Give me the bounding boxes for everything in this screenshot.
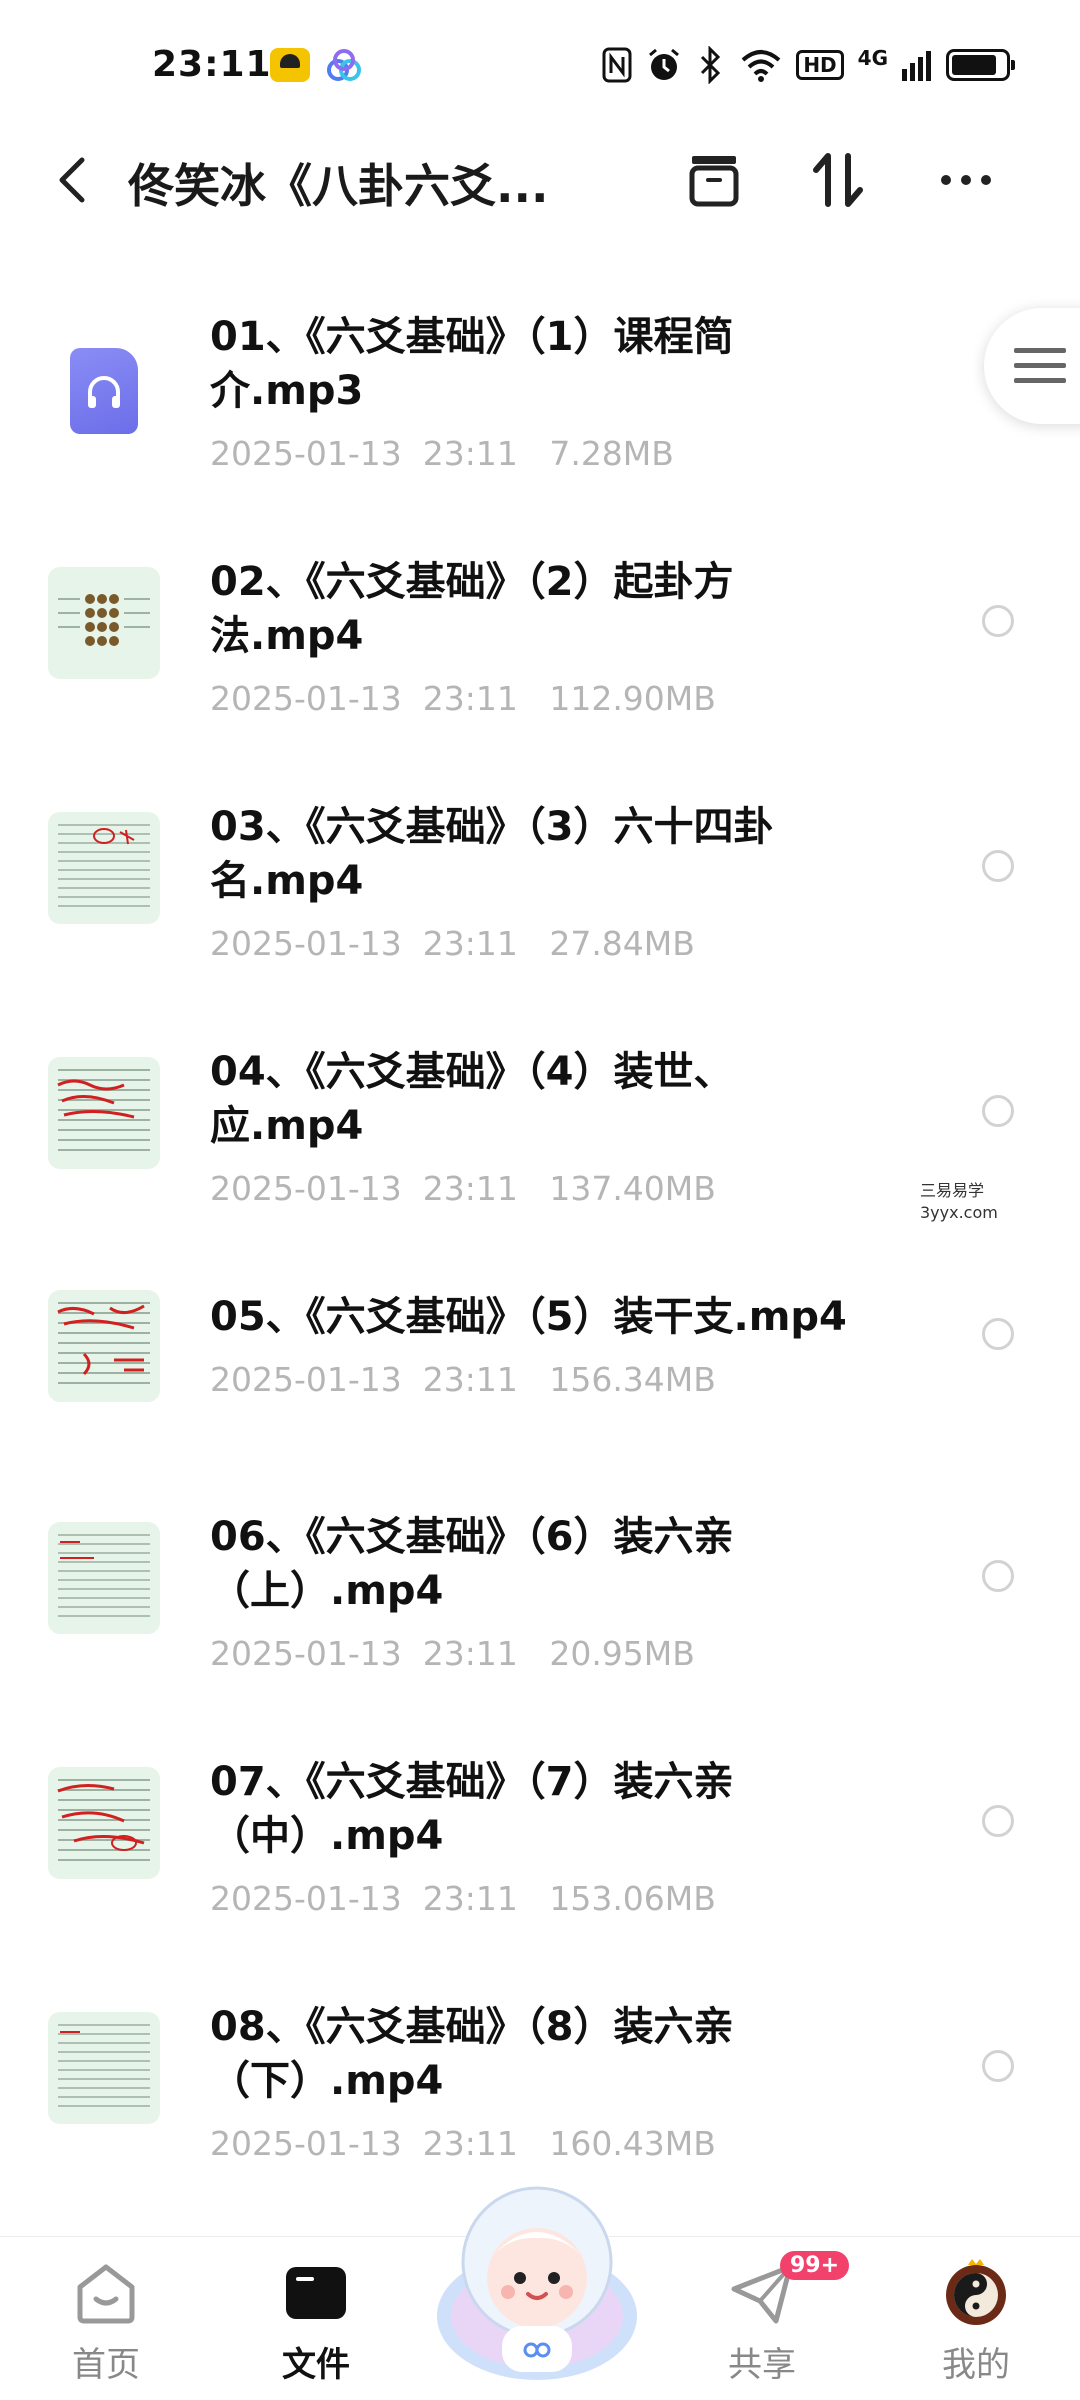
- file-row[interactable]: 01、《六爻基础》（1）课程简 介.mp3 2025-01-13 23:11 7.…: [0, 280, 1080, 525]
- nfc-icon: [602, 47, 632, 83]
- video-thumbnail: [48, 1057, 160, 1169]
- select-checkbox[interactable]: [982, 2050, 1014, 2082]
- file-meta: 2025-01-13 23:11 153.06MB: [210, 1879, 716, 1918]
- file-meta: 2025-01-13 23:11 20.95MB: [210, 1634, 695, 1673]
- file-name: 02、《六爻基础》（2）起卦方 法.mp4: [210, 559, 734, 659]
- file-name: 01、《六爻基础》（1）课程简 介.mp3: [210, 314, 734, 414]
- file-row[interactable]: 06、《六爻基础》（6）装六亲 （上）.mp4 2025-01-13 23:11 …: [0, 1480, 1080, 1725]
- watermark: 三易易学 3yyx.com: [920, 1181, 998, 1222]
- file-meta: 2025-01-13 23:11 137.40MB: [210, 1169, 716, 1208]
- file-meta: 2025-01-13 23:11 160.43MB: [210, 2124, 716, 2163]
- file-meta: 2025-01-13 23:11 27.84MB: [210, 924, 695, 963]
- signal-icon: [902, 51, 931, 81]
- status-right-icons: HD 4G: [602, 46, 1015, 84]
- video-thumbnail: [48, 567, 160, 679]
- nav-files[interactable]: 文件: [246, 2257, 386, 2397]
- file-row[interactable]: 04、《六爻基础》（4）装世、 应.mp4 2025-01-13 23:11 13…: [0, 1015, 1080, 1260]
- nav-mine-label: 我的: [942, 2345, 1010, 2385]
- audio-file-icon: [48, 336, 160, 448]
- select-checkbox[interactable]: [982, 1560, 1014, 1592]
- page-title: 佟笑冰《八卦六爻...: [128, 159, 549, 213]
- file-name: 06、《六爻基础》（6）装六亲 （上）.mp4: [210, 1514, 734, 1614]
- share-badge: 99+: [780, 2251, 850, 2280]
- select-checkbox[interactable]: [982, 850, 1014, 882]
- nav-files-label: 文件: [282, 2345, 350, 2385]
- file-name: 07、《六爻基础》（7）装六亲 （中）.mp4: [210, 1759, 734, 1859]
- nav-share[interactable]: 99+ 共享: [692, 2251, 850, 2397]
- alarm-icon: [649, 48, 680, 80]
- file-name: 08、《六爻基础》（8）装六亲 （下）.mp4: [210, 2004, 734, 2104]
- file-row[interactable]: 03、《六爻基础》（3）六十四卦 名.mp4 2025-01-13 23:11 2…: [0, 770, 1080, 1015]
- title-bar: 佟笑冰《八卦六爻...: [0, 130, 1080, 230]
- bluetooth-icon: [701, 46, 721, 84]
- network-label: 4G: [857, 46, 888, 70]
- select-checkbox[interactable]: [982, 1095, 1014, 1127]
- nav-share-label: 共享: [728, 2345, 796, 2385]
- file-name: 03、《六爻基础》（3）六十四卦 名.mp4: [210, 804, 774, 904]
- file-name: 04、《六爻基础》（4）装世、 应.mp4: [210, 1049, 734, 1149]
- file-meta: 2025-01-13 23:11 7.28MB: [210, 434, 674, 473]
- status-time: 23:11: [152, 44, 272, 85]
- file-list: 01、《六爻基础》（1）课程简 介.mp3 2025-01-13 23:11 7.…: [0, 280, 1080, 2215]
- nav-home[interactable]: 首页: [36, 2257, 176, 2397]
- video-thumbnail: [48, 812, 160, 924]
- status-bar: 23:11 HD 4G: [0, 0, 1080, 130]
- video-thumbnail: [48, 1290, 160, 1402]
- video-thumbnail: [48, 2012, 160, 2124]
- file-row[interactable]: 07、《六爻基础》（7）装六亲 （中）.mp4 2025-01-13 23:11 …: [0, 1725, 1080, 1970]
- file-row[interactable]: 05、《六爻基础》（5）装干支.mp4 2025-01-13 23:11 156…: [0, 1260, 1080, 1480]
- nav-home-label: 首页: [72, 2345, 140, 2385]
- file-meta: 2025-01-13 23:11 112.90MB: [210, 679, 716, 718]
- avatar: [946, 2259, 1006, 2325]
- notification-app-icon: [270, 48, 310, 82]
- file-meta: 2025-01-13 23:11 156.34MB: [210, 1360, 716, 1399]
- sort-icon[interactable]: [806, 148, 870, 212]
- file-row[interactable]: 02、《六爻基础》（2）起卦方 法.mp4 2025-01-13 23:11 11…: [0, 525, 1080, 770]
- menu-icon: [1014, 348, 1066, 383]
- folder-icon: [286, 2267, 346, 2319]
- archive-icon[interactable]: [682, 148, 746, 212]
- hd-label: HD: [796, 50, 844, 80]
- select-checkbox[interactable]: [982, 605, 1014, 637]
- wifi-icon: [741, 50, 781, 82]
- select-checkbox[interactable]: [982, 1318, 1014, 1350]
- cloud-app-icon: [327, 49, 361, 81]
- file-name: 05、《六爻基础》（5）装干支.mp4: [210, 1294, 847, 1340]
- home-icon: [77, 2264, 135, 2324]
- assistant-mascot-button[interactable]: [424, 2166, 650, 2392]
- select-checkbox[interactable]: [982, 1805, 1014, 1837]
- battery-icon: [946, 49, 1015, 81]
- video-thumbnail: [48, 1767, 160, 1879]
- nav-mine[interactable]: 我的: [906, 2257, 1046, 2397]
- more-icon[interactable]: [934, 148, 998, 212]
- back-arrow-icon[interactable]: [50, 152, 100, 208]
- video-thumbnail: [48, 1522, 160, 1634]
